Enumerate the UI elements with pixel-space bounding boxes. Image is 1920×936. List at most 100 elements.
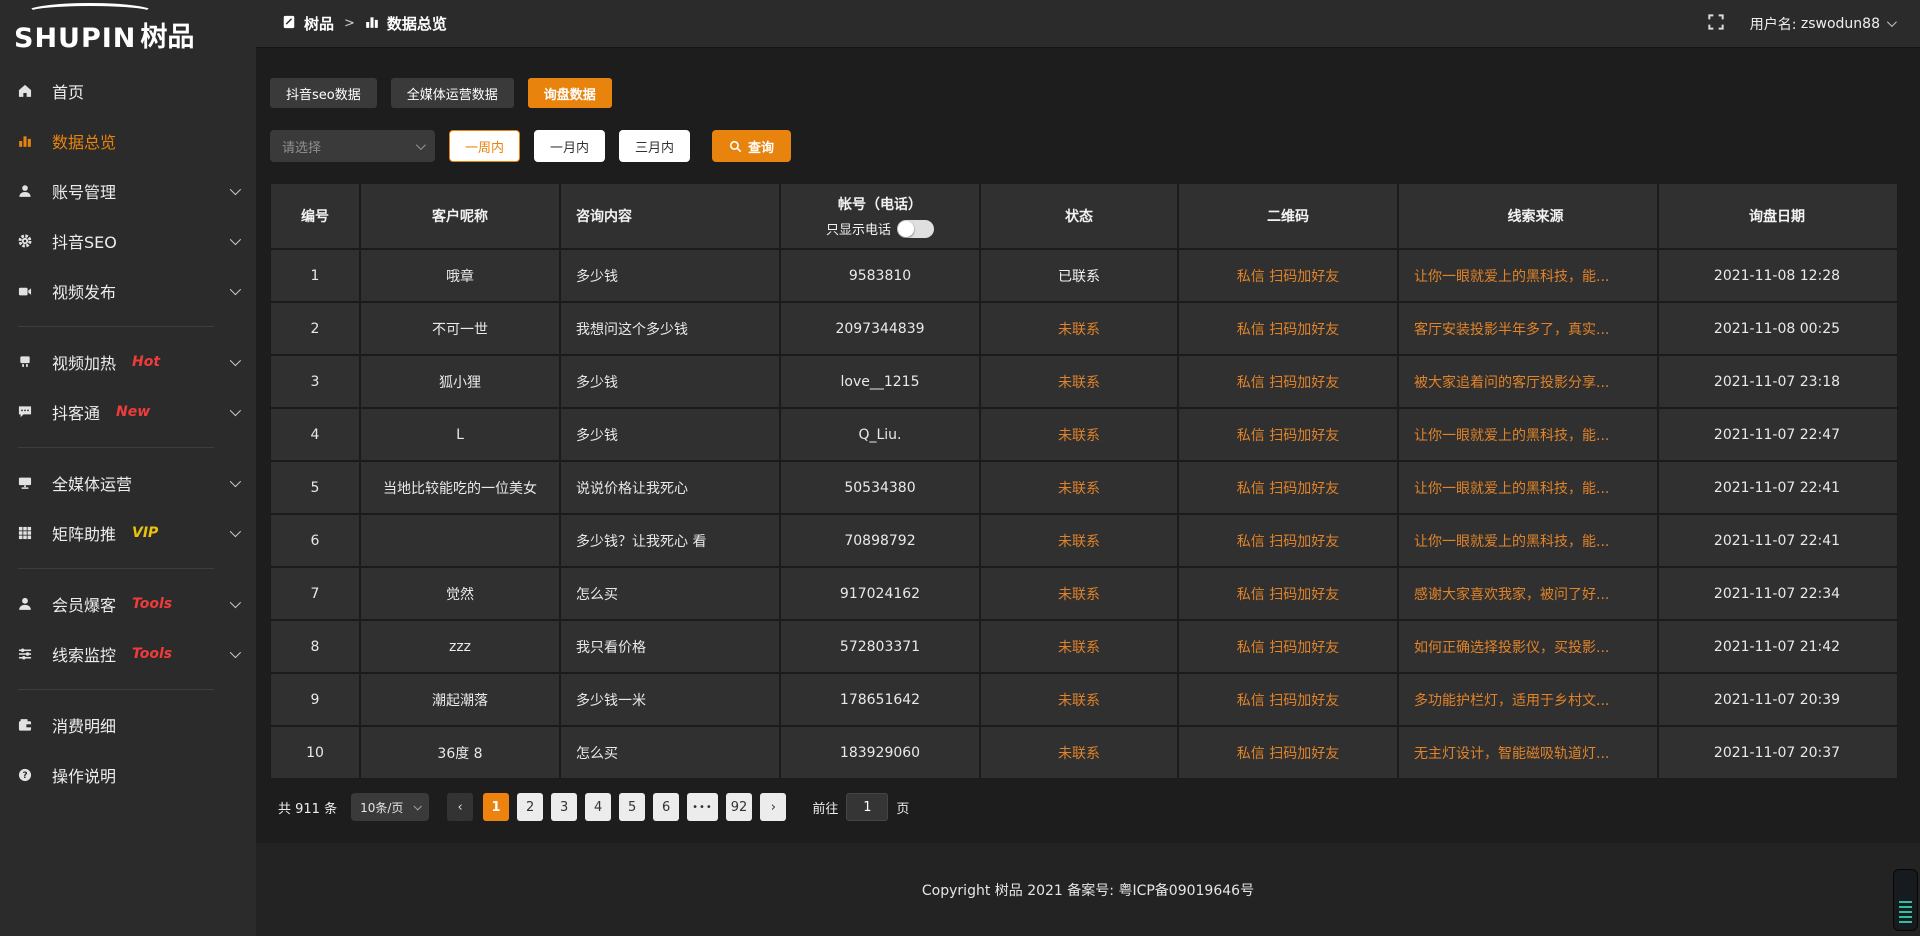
cell-account: 183929060: [781, 727, 981, 778]
cell-status: 已联系: [981, 250, 1179, 301]
sidebar-item[interactable]: 会员爆客 Tools: [0, 579, 256, 629]
prev-page-button[interactable]: ‹: [447, 793, 473, 821]
cell-date: 2021-11-07 23:18: [1659, 356, 1895, 407]
data-tab[interactable]: 抖音seo数据: [270, 78, 377, 108]
page-number-button[interactable]: 6: [653, 793, 679, 821]
filter-select[interactable]: 请选择: [270, 130, 435, 162]
column-header-account-title: 帐号（电话）: [838, 194, 922, 214]
next-page-button[interactable]: ›: [760, 793, 786, 821]
source-link[interactable]: 让你一眼就爱上的黑科技，能...: [1414, 266, 1609, 286]
cell-nickname: 狐小狸: [361, 356, 561, 407]
phone-only-toggle[interactable]: [897, 220, 934, 238]
page-number-button[interactable]: 1: [483, 793, 509, 821]
page-number-button[interactable]: 3: [551, 793, 577, 821]
qr-link[interactable]: 私信 扫码加好友: [1237, 531, 1339, 551]
range-button-label: 三月内: [635, 137, 674, 156]
source-link[interactable]: 让你一眼就爱上的黑科技，能...: [1414, 425, 1609, 445]
page-number-button[interactable]: 2: [517, 793, 543, 821]
cell-id: 3: [271, 356, 361, 407]
cell-nickname: 潮起潮落: [361, 674, 561, 725]
table-row: 1 哦章 多少钱 9583810 已联系 私信 扫码加好友 让你一眼就爱上的黑科…: [271, 250, 1897, 303]
sidebar-item[interactable]: 矩阵助推 VIP: [0, 508, 256, 558]
cell-date: 2021-11-07 20:37: [1659, 727, 1895, 778]
table-row: 10 36度 8 怎么买 183929060 未联系 私信 扫码加好友 无主灯设…: [271, 727, 1897, 778]
top-header: 树品 > 数据总览 用户名: zswodun88: [256, 0, 1920, 48]
qr-link[interactable]: 私信 扫码加好友: [1237, 478, 1339, 498]
qr-link[interactable]: 私信 扫码加好友: [1237, 266, 1339, 286]
source-link[interactable]: 让你一眼就爱上的黑科技，能...: [1414, 531, 1609, 551]
source-link[interactable]: 客厅安装投影半年多了，真实...: [1414, 319, 1609, 339]
sidebar-item[interactable]: 全媒体运营: [0, 458, 256, 508]
app-logo[interactable]: SHUPIN 树品: [0, 0, 256, 62]
column-header-id: 编号: [271, 184, 361, 248]
cell-id: 2: [271, 303, 361, 354]
table-row: 9 潮起潮落 多少钱一米 178651642 未联系 私信 扫码加好友 多功能护…: [271, 674, 1897, 727]
source-link[interactable]: 感谢大家喜欢我家，被问了好...: [1414, 584, 1609, 604]
cell-content: 多少钱一米: [561, 674, 781, 725]
page-number-button[interactable]: 92: [726, 793, 753, 821]
sidebar-item[interactable]: 消费明细: [0, 700, 256, 750]
source-link[interactable]: 如何正确选择投影仪，买投影...: [1414, 637, 1609, 657]
range-button[interactable]: 一月内: [534, 130, 605, 162]
fullscreen-icon[interactable]: [1708, 14, 1724, 34]
qr-link[interactable]: 私信 扫码加好友: [1237, 743, 1339, 763]
qr-link[interactable]: 私信 扫码加好友: [1237, 425, 1339, 445]
sidebar-item[interactable]: 抖客通 New: [0, 387, 256, 437]
sidebar-item[interactable]: 首页: [0, 66, 256, 116]
sidebar-item[interactable]: 视频发布: [0, 266, 256, 316]
page-number-button[interactable]: 5: [619, 793, 645, 821]
qr-link[interactable]: 私信 扫码加好友: [1237, 372, 1339, 392]
breadcrumb-current: 数据总览: [387, 13, 447, 34]
more-pages-button[interactable]: •••: [687, 793, 718, 821]
sidebar-item[interactable]: 数据总览: [0, 116, 256, 166]
sidebar-item[interactable]: 账号管理: [0, 166, 256, 216]
qr-link[interactable]: 私信 扫码加好友: [1237, 690, 1339, 710]
home-icon: [18, 84, 38, 98]
sidebar-item-label: 消费明细: [52, 713, 116, 737]
range-button[interactable]: 一周内: [449, 130, 520, 162]
cell-date: 2021-11-07 20:39: [1659, 674, 1895, 725]
range-button[interactable]: 三月内: [619, 130, 690, 162]
total-count: 共 911 条: [278, 798, 337, 817]
cell-id: 10: [271, 727, 361, 778]
page-size-select[interactable]: 10条/页: [351, 793, 429, 821]
sidebar-item[interactable]: 视频加热 Hot: [0, 337, 256, 387]
cell-id: 4: [271, 409, 361, 460]
source-link[interactable]: 让你一眼就爱上的黑科技，能...: [1414, 478, 1609, 498]
sidebar-item-label: 会员爆客: [52, 592, 116, 616]
data-tab[interactable]: 全媒体运营数据: [391, 78, 514, 108]
source-link[interactable]: 无主灯设计，智能磁吸轨道灯...: [1414, 743, 1609, 763]
data-tab[interactable]: 询盘数据: [528, 78, 612, 108]
sidebar-item[interactable]: ? 操作说明: [0, 750, 256, 800]
chevron-down-icon: [230, 476, 241, 487]
cell-date: 2021-11-07 21:42: [1659, 621, 1895, 672]
table-row: 7 觉然 怎么买 917024162 未联系 私信 扫码加好友 感谢大家喜欢我家…: [271, 568, 1897, 621]
qr-link[interactable]: 私信 扫码加好友: [1237, 637, 1339, 657]
source-link[interactable]: 被大家追着问的客厅投影分享...: [1414, 372, 1609, 392]
table-header-row: 编号 客户呢称 咨询内容 帐号（电话） 只显示电话 状态 二维码 线索来源 询盘…: [271, 184, 1897, 250]
help-icon: ?: [18, 768, 38, 782]
data-tabs: 抖音seo数据全媒体运营数据询盘数据: [270, 78, 1906, 108]
sidebar-item[interactable]: 线索监控 Tools: [0, 629, 256, 679]
sidebar-item[interactable]: 抖音SEO: [0, 216, 256, 266]
cell-account: 178651642: [781, 674, 981, 725]
sidebar-item-label: 全媒体运营: [52, 471, 132, 495]
search-icon: [729, 140, 742, 153]
sidebar-divider: [18, 689, 214, 690]
sidebar-item-label: 抖音SEO: [52, 229, 117, 253]
cell-content: 我只看价格: [561, 621, 781, 672]
filter-bar: 请选择 一周内一月内 三月内 查询: [270, 130, 1906, 162]
page-number-button[interactable]: 4: [585, 793, 611, 821]
qr-link[interactable]: 私信 扫码加好友: [1237, 584, 1339, 604]
breadcrumb-root[interactable]: 树品: [304, 13, 334, 34]
sidebar-item-badge: Hot: [132, 354, 160, 370]
qr-link[interactable]: 私信 扫码加好友: [1237, 319, 1339, 339]
goto-page-input[interactable]: [846, 793, 888, 821]
cell-content: 怎么买: [561, 727, 781, 778]
cell-id: 5: [271, 462, 361, 513]
query-button[interactable]: 查询: [712, 130, 791, 162]
user-menu[interactable]: 用户名: zswodun88: [1750, 14, 1894, 34]
cell-nickname: 当地比较能吃的一位美女: [361, 462, 561, 513]
source-link[interactable]: 多功能护栏灯，适用于乡村文...: [1414, 690, 1609, 710]
cell-account: 2097344839: [781, 303, 981, 354]
